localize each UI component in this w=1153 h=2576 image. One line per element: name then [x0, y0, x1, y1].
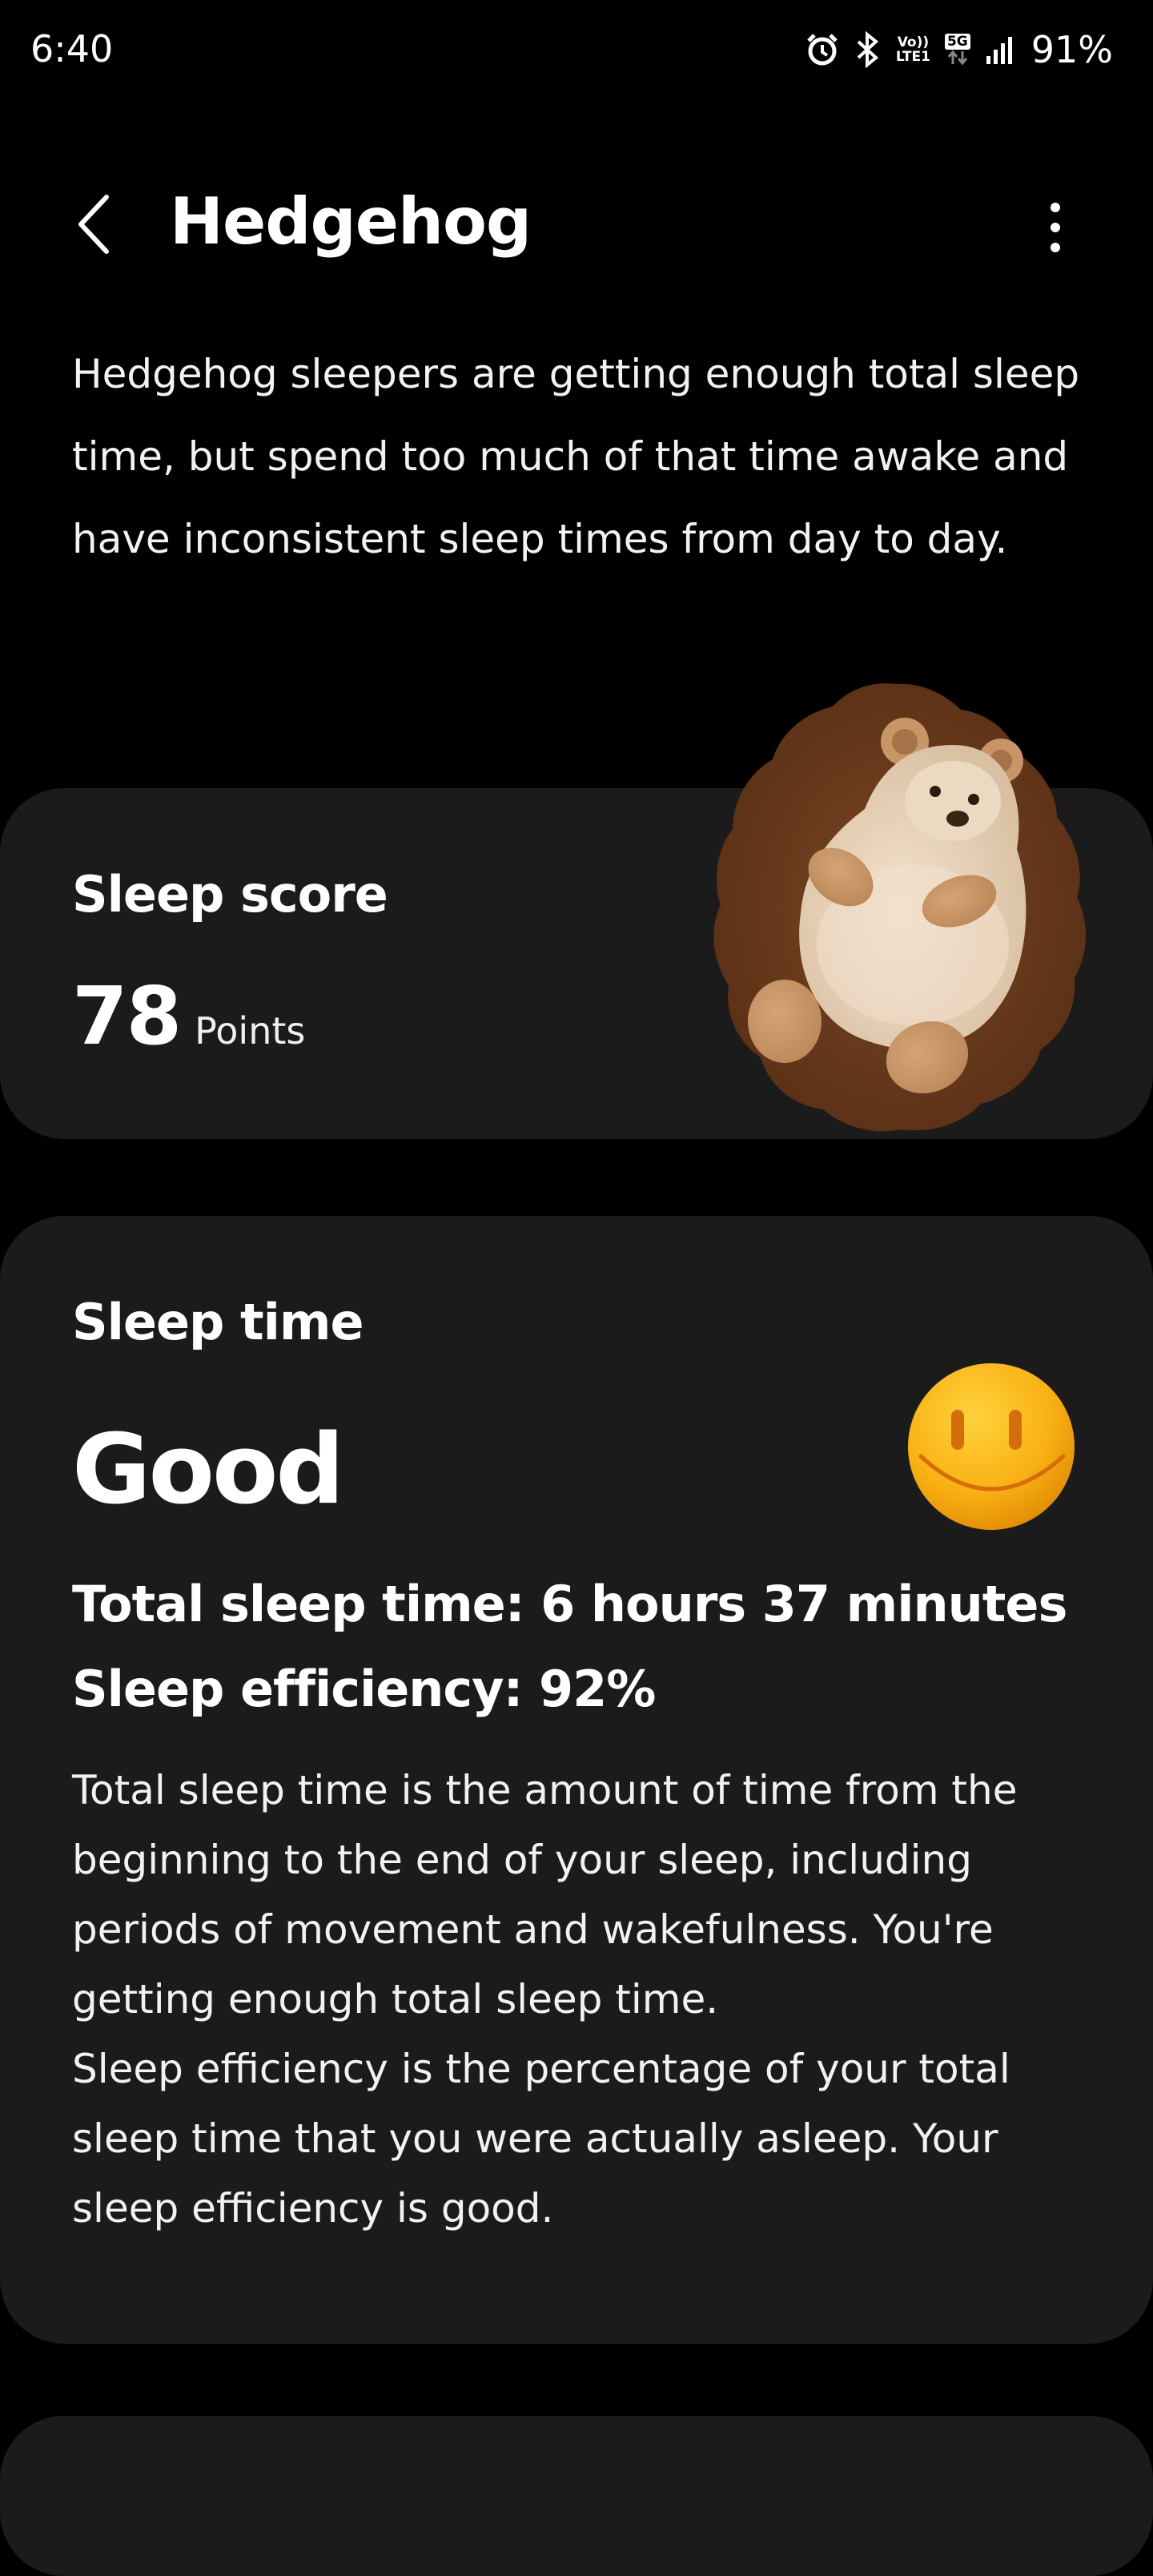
more-vertical-icon [1051, 203, 1060, 252]
chronotype-description: Hedgehog sleepers are getting enough tot… [72, 351, 1080, 562]
sleep-score-title: Sleep score [72, 865, 388, 924]
sleep-time-rating: Good [72, 1415, 344, 1526]
volte-label: Vo)) [897, 34, 930, 50]
total-sleep-time: Total sleep time: 6 hours 37 minutes [72, 1575, 1067, 1633]
data-arrows-icon [947, 50, 967, 66]
battery-percent: 91% [1030, 28, 1113, 71]
next-card [0, 2416, 1153, 2576]
sleep-score-unit: Points [195, 1009, 306, 1053]
5g-badge: 5G [944, 34, 970, 50]
sleep-efficiency: Sleep efficiency: 92% [72, 1660, 656, 1718]
sleep-time-card: Sleep time Good Total sleep time: 6 hour… [0, 1216, 1153, 2344]
sleep-score-value: 78 [72, 969, 182, 1063]
app-bar: Hedgehog [0, 160, 1153, 296]
lte-label: LTE1 [895, 49, 930, 65]
status-icons: Vo)) LTE1 5G 91% [805, 27, 1113, 72]
5g-icon: 5G [944, 34, 970, 66]
sleep-time-explanation: Total sleep time is the amount of time f… [72, 1756, 1089, 2244]
efficiency-explanation: Sleep efficiency is the percentage of yo… [72, 2046, 1010, 2232]
more-options-button[interactable] [1026, 189, 1084, 266]
sleep-time-title: Sleep time [72, 1293, 364, 1351]
back-arrow-icon [78, 195, 109, 254]
status-time: 6:40 [30, 27, 114, 70]
bluetooth-icon [854, 31, 882, 68]
hedgehog-illustration [681, 681, 1097, 1137]
status-bar: 6:40 Vo)) LTE1 5G 91% [0, 0, 1153, 104]
signal-icon [985, 34, 1017, 66]
volte-icon: Vo)) LTE1 [896, 35, 930, 64]
sleep-score-row: 78 Points [72, 969, 305, 1063]
page-title: Hedgehog [170, 184, 532, 259]
alarm-icon [805, 32, 840, 67]
total-sleep-explanation: Total sleep time is the amount of time f… [72, 1767, 1018, 2023]
smiley-icon [906, 1362, 1076, 1532]
back-button[interactable] [56, 186, 133, 263]
